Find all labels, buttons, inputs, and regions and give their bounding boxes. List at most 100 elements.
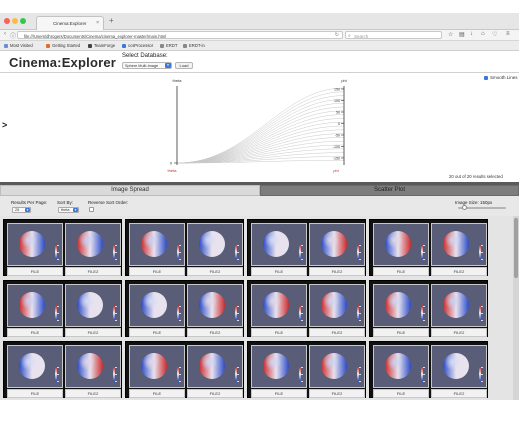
result-image[interactable] <box>431 223 487 266</box>
bookmark-teamforge[interactable]: TeamForge <box>88 43 115 48</box>
tab-scatter-plot[interactable]: Scatter Plot <box>260 185 519 196</box>
legend-tick <box>115 306 117 307</box>
result-card[interactable]: FILE FILE2 <box>247 219 366 276</box>
legend-tick <box>359 259 361 260</box>
info-icon[interactable]: ⓘ <box>10 31 16 40</box>
download-icon[interactable]: ↓ <box>470 31 473 37</box>
sphere-render <box>321 353 347 379</box>
image-spread-controls: Results Per Page: 25 ▾ Sort By: theta ▾ … <box>0 196 519 216</box>
reading-list-icon[interactable]: ▤ <box>459 31 465 38</box>
sphere-render <box>385 231 411 257</box>
bookmark-icon <box>122 43 126 48</box>
result-image[interactable] <box>373 223 429 266</box>
legend-tick <box>481 306 483 307</box>
browser-tab[interactable]: Cinema:Explorer × <box>36 16 104 30</box>
parallel-coordinates-chart[interactable]: theta phi 0 theta phi 150 100 50 0 -50 -100 -1… <box>0 73 519 183</box>
result-image[interactable] <box>187 223 243 266</box>
result-image[interactable] <box>251 284 307 327</box>
legend-tick <box>115 313 117 314</box>
bookmark-erdt-in[interactable]: ERDT-in <box>183 43 205 48</box>
result-image[interactable] <box>309 223 365 266</box>
phi-axis-label: phi <box>341 78 346 83</box>
result-card[interactable]: FILE FILE2 <box>125 341 244 398</box>
close-window-icon[interactable] <box>4 18 10 24</box>
legend-tick <box>423 381 425 382</box>
database-select[interactable]: Sphere Multi-Image ▾ <box>122 62 172 69</box>
result-image[interactable] <box>7 284 63 327</box>
grid-scrollbar-thumb[interactable] <box>514 218 518 278</box>
result-image[interactable] <box>251 345 307 388</box>
result-image[interactable] <box>309 284 365 327</box>
legend-tick <box>179 259 181 260</box>
result-image[interactable] <box>373 284 429 327</box>
legend-tick <box>179 245 181 246</box>
result-card[interactable]: FILE FILE2 <box>247 341 366 398</box>
result-image[interactable] <box>7 345 63 388</box>
phi-tick-label: 100 <box>334 99 340 103</box>
legend-tick <box>423 252 425 253</box>
phi-tick-label: -150 <box>333 156 340 160</box>
menu-icon[interactable]: ≡ <box>506 31 510 37</box>
phi-tick-label: 150 <box>334 87 340 91</box>
result-card[interactable]: FILE FILE2 <box>125 219 244 276</box>
legend-tick <box>359 306 361 307</box>
bookmark-erdt[interactable]: ERDT <box>160 43 177 48</box>
result-image[interactable] <box>187 345 243 388</box>
back-icon[interactable]: ‹ <box>4 31 6 37</box>
result-image[interactable] <box>65 284 121 327</box>
sphere-render <box>77 292 103 318</box>
legend-tick <box>359 252 361 253</box>
legend-tick <box>481 313 483 314</box>
result-image[interactable] <box>373 345 429 388</box>
home-icon[interactable]: ⌂ <box>481 31 485 37</box>
bookmark-most-visited[interactable]: Most Visited <box>4 43 33 48</box>
bookmark-ccsprocessor[interactable]: ccsProcessor <box>122 43 153 48</box>
pocket-icon[interactable]: ♡ <box>492 31 497 38</box>
result-image[interactable] <box>431 345 487 388</box>
result-image[interactable] <box>309 345 365 388</box>
url-field[interactable]: file:///Users/dhrogers/Documents/Cinema/… <box>17 31 343 39</box>
search-field[interactable]: ⌕ Search <box>345 31 442 39</box>
reverse-sort-checkbox[interactable] <box>89 207 94 212</box>
tab-image-spread[interactable]: Image Spread <box>0 185 260 196</box>
selection-count: 20 out of 20 results selected <box>449 174 503 179</box>
result-card[interactable]: FILE FILE2 <box>247 280 366 337</box>
legend-tick <box>57 306 59 307</box>
result-image[interactable] <box>129 223 185 266</box>
result-card[interactable]: FILE FILE2 <box>369 280 488 337</box>
view-tabs: Image Spread Scatter Plot <box>0 185 519 196</box>
result-image[interactable] <box>129 345 185 388</box>
file-label: FILE2 <box>309 328 365 337</box>
result-card[interactable]: FILE FILE2 <box>3 219 122 276</box>
reload-icon[interactable]: ↻ <box>335 32 339 38</box>
result-image[interactable] <box>251 223 307 266</box>
bookmark-getting-started[interactable]: Getting Started <box>46 43 80 48</box>
result-image[interactable] <box>7 223 63 266</box>
result-image[interactable] <box>187 284 243 327</box>
result-card[interactable]: FILE FILE2 <box>369 219 488 276</box>
file-label: FILE <box>373 328 429 337</box>
result-image[interactable] <box>65 223 121 266</box>
image-spread-grid: FILE FILE2 FILE FILE2 FILE FILE2 FILE FILE2 FILE… <box>0 216 519 400</box>
bookmark-star-icon[interactable]: ☆ <box>448 31 453 38</box>
result-image[interactable] <box>431 284 487 327</box>
result-card[interactable]: FILE FILE2 <box>369 341 488 398</box>
legend-tick <box>359 313 361 314</box>
sort-by-select[interactable]: theta ▾ <box>58 207 79 213</box>
image-size-slider-handle[interactable] <box>462 205 467 210</box>
database-label: Select Database: <box>122 53 168 59</box>
maximize-window-icon[interactable] <box>20 18 26 24</box>
legend-tick <box>237 320 239 321</box>
load-button[interactable]: Load <box>175 62 193 69</box>
results-per-page-select[interactable]: 25 ▾ <box>12 207 31 213</box>
result-image[interactable] <box>65 345 121 388</box>
close-tab-icon[interactable]: × <box>96 20 99 26</box>
legend-tick <box>301 245 303 246</box>
minimize-window-icon[interactable] <box>12 18 18 24</box>
result-card[interactable]: FILE FILE2 <box>3 280 122 337</box>
result-image[interactable] <box>129 284 185 327</box>
new-tab-icon[interactable]: + <box>109 16 114 25</box>
sphere-render <box>199 292 225 318</box>
result-card[interactable]: FILE FILE2 <box>125 280 244 337</box>
result-card[interactable]: FILE FILE2 <box>3 341 122 398</box>
